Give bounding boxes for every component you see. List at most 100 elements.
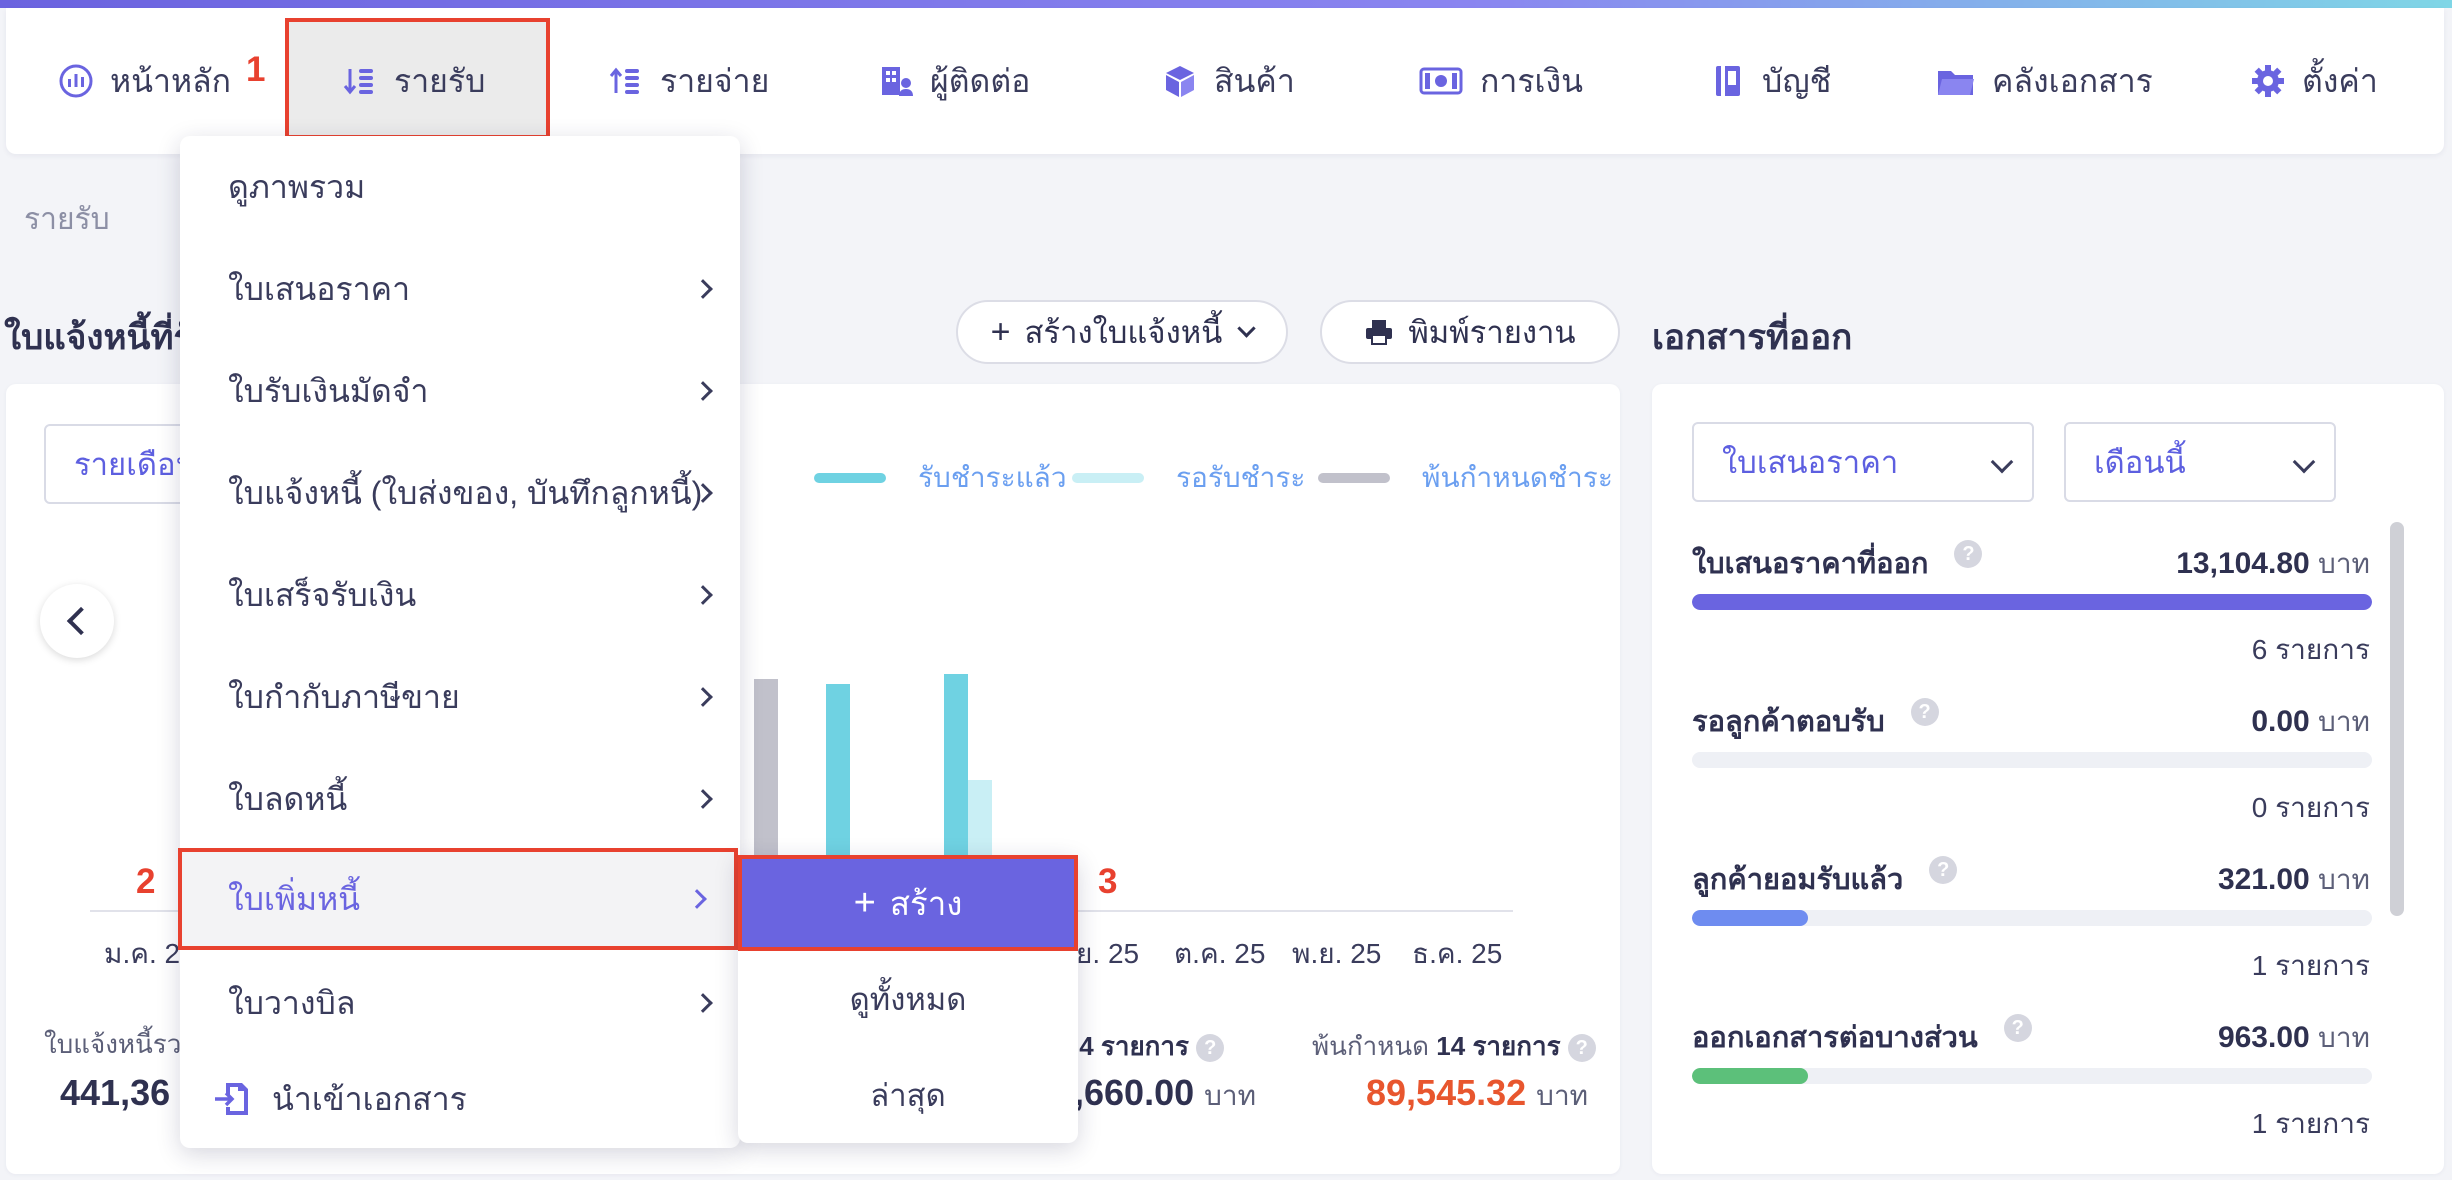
total-label: ใบแจ้งหนี้รวม [44,1029,199,1059]
contact-building-icon [882,67,913,96]
menu-item-label: ดูภาพรวม [228,168,366,205]
plus-icon: + [853,882,876,924]
doc-type-select[interactable]: ใบเสนอราคา [1692,422,2034,502]
menu-item-import[interactable]: นำเข้าเอกสาร [180,1048,740,1150]
nav-settings[interactable]: ตั้งค่า [2250,8,2378,154]
print-report-button[interactable]: พิมพ์รายงาน [1320,300,1620,364]
chevron-right-icon [687,889,707,909]
dashboard-icon [59,64,93,98]
doc-period-select[interactable]: เดือนนี้ [2064,422,2336,502]
nav-documents[interactable]: คลังเอกสาร [1936,8,2153,154]
nav-label: คลังเอกสาร [1992,62,2153,99]
overdue-value: 89,545.32 [1366,1072,1527,1113]
doc-type-select-value: ใบเสนอราคา [1722,445,1899,480]
doc-row-count: 1 รายการ [2251,950,2370,981]
doc-row-title: ลูกค้ายอมรับแล้ว [1692,864,1904,896]
currency-unit: บาท [1204,1080,1257,1111]
x-tick-label: ย. 25 [1076,938,1140,969]
legend-paid: รับชำระแล้ว [814,456,1067,500]
doc-row-title: ออกเอกสารต่อบางส่วน [1692,1022,1978,1054]
legend-swatch [814,473,886,483]
amount-value: 321.00 [2217,863,2310,896]
chevron-down-icon [1237,318,1257,338]
progress-track [1692,752,2372,768]
nav-income[interactable]: รายรับ [342,8,485,154]
help-icon[interactable]: ? [1929,856,1958,884]
menu-item-label: ใบรับเงินมัดจำ [228,372,429,409]
chart-prev-button[interactable] [40,584,114,658]
view-all-link[interactable]: ดูทั้งหมด [738,951,1078,1047]
plus-icon: + [990,313,1011,351]
menu-item-receipt[interactable]: ใบเสร็จรับเงิน [180,544,740,646]
step-marker-3: 3 [1098,862,1118,901]
nav-products[interactable]: สินค้า [1162,8,1295,154]
pending-value-wrap: ,660.00 บาท [1074,1072,1256,1118]
menu-item-label: ใบกำกับภาษีขาย [228,678,460,715]
chevron-right-icon [693,789,713,809]
amount-value: 0.00 [2251,705,2310,738]
nav-label: รายรับ [394,62,486,99]
menu-item-label: ใบเสนอราคา [228,270,411,307]
progress-track [1692,910,2372,926]
issued-docs-title: เอกสารที่ออก [1652,318,1853,357]
menu-item-label: ใบเสร็จรับเงิน [228,576,417,613]
doc-row-title: ใบเสนอราคาที่ออก [1692,548,1929,580]
menu-item-quotation[interactable]: ใบเสนอราคา [180,238,740,340]
nav-dashboard[interactable]: หน้าหลัก [58,8,231,154]
expense-sort-icon [609,67,639,94]
legend-pending: รอรับชำระ [1072,456,1305,500]
overdue-label: พ้นกำหนด [1312,1031,1430,1061]
legend-label: รอรับชำระ [1176,462,1306,493]
latest-label: ล่าสุด [870,1078,946,1113]
progress-fill [1692,910,1808,926]
help-icon[interactable]: ? [1567,1034,1596,1063]
nav-contacts[interactable]: ผู้ติดต่อ [878,8,1030,154]
nav-label: ผู้ติดต่อ [930,62,1031,99]
help-icon[interactable]: ? [1196,1034,1225,1063]
doc-row-amount: 0.00 บาท [2251,700,2370,744]
chevron-right-icon [693,993,713,1013]
menu-item-label: ใบเพิ่มหนี้ [228,880,361,917]
menu-item-overview[interactable]: ดูภาพรวม [180,136,740,238]
progress-track [1692,594,2372,610]
menu-item-label: นำเข้าเอกสาร [272,1080,467,1117]
nav-label: การเงิน [1480,62,1583,99]
menu-item-billing-note[interactable]: ใบวางบิล [180,952,740,1054]
menu-item-debit-note[interactable]: ใบเพิ่มหนี้ [178,848,738,950]
help-icon[interactable]: ? [1954,540,1983,568]
help-icon[interactable]: ? [1910,698,1939,726]
menu-item-tax-invoice[interactable]: ใบกำกับภาษีขาย [180,646,740,748]
amount-value: 963.00 [2217,1021,2310,1054]
help-icon[interactable]: ? [2003,1014,2032,1042]
doc-row-count: 1 รายการ [2251,1108,2370,1139]
menu-item-label: ใบวางบิล [228,984,356,1021]
latest-link[interactable]: ล่าสุด [738,1047,1078,1143]
step-marker-1: 1 [246,50,266,89]
chevron-left-icon [66,606,96,636]
overdue-summary-label: พ้นกำหนด 14 รายการ ? [1312,1026,1596,1067]
period-select-value: รายเดือน [74,447,197,482]
chevron-right-icon [693,279,713,299]
amount-value: 13,104.80 [2176,547,2310,580]
docs-scrollbar[interactable] [2390,522,2404,916]
x-tick-label: พ.ย. 25 [1292,938,1382,969]
money-bill-icon [1419,67,1463,95]
x-tick-label: ม.ค. 2 [104,938,181,969]
menu-item-label: ใบลดหนี้ [228,780,348,817]
menu-item-deposit-receipt[interactable]: ใบรับเงินมัดจำ [180,340,740,442]
legend-overdue: พ้นกำหนดชำระ [1318,456,1613,500]
create-debit-note-button[interactable]: + สร้าง [738,855,1078,951]
doc-row-amount: 13,104.80 บาท [2176,542,2370,586]
create-invoice-label: สร้างใบแจ้งหนี้ [1024,315,1223,350]
nav-accounting[interactable]: บัญชี [1710,8,1831,154]
menu-item-label: ใบแจ้งหนี้ (ใบส่งของ, บันทึกลูกหนี้) [228,474,703,511]
menu-item-credit-note[interactable]: ใบลดหนี้ [180,748,740,850]
overdue-value-wrap: 89,545.32 บาท [1366,1072,1588,1118]
create-invoice-button[interactable]: + สร้างใบแจ้งหนี้ [956,300,1288,364]
legend-swatch [1072,473,1144,483]
nav-expense[interactable]: รายจ่าย [608,8,769,154]
menu-item-invoice[interactable]: ใบแจ้งหนี้ (ใบส่งของ, บันทึกลูกหนี้) [180,442,740,544]
doc-row-count: 0 รายการ [2251,792,2370,823]
view-all-label: ดูทั้งหมด [849,982,967,1017]
nav-finance[interactable]: การเงิน [1418,8,1583,154]
